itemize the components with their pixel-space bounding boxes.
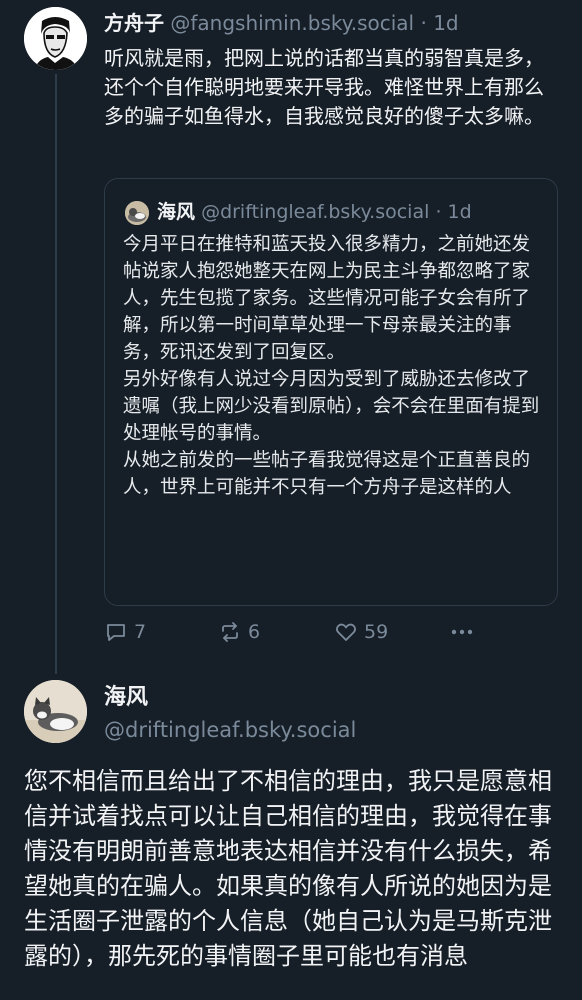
- quoted-avatar: [125, 201, 149, 225]
- quoted-text: 今月平日在推特和蓝天投入很多精力，之前她还发帖说家人抱怨她整天在网上为民主斗争都…: [123, 231, 543, 501]
- author-handle[interactable]: @fangshimin.bsky.social: [170, 11, 414, 35]
- post-text: 听风就是雨，把网上说的话都当真的弱智真是多，还个个自作聪明地要来开导我。难怪世界…: [104, 46, 544, 128]
- quoted-author-name: 海风: [157, 201, 196, 223]
- separator-dot: ·: [420, 11, 427, 35]
- author-name[interactable]: 海风: [104, 684, 148, 712]
- author-handle[interactable]: @driftingleaf.bsky.social: [104, 716, 356, 744]
- avatar[interactable]: [24, 7, 87, 70]
- reply-icon: [107, 624, 125, 641]
- thread-connector-line: [55, 74, 57, 674]
- quoted-post-time: 1d: [447, 201, 472, 223]
- avatar[interactable]: [24, 680, 87, 743]
- repost-icon: [222, 622, 238, 642]
- post-actions: 7 6 59: [104, 620, 558, 650]
- quoted-paragraph: 今月平日在推特和蓝天投入很多精力，之前她还发帖说家人抱怨她整天在网上为民主斗争都…: [123, 234, 531, 363]
- more-button[interactable]: [450, 620, 474, 644]
- repost-button[interactable]: 6: [218, 620, 260, 644]
- like-button[interactable]: 59: [334, 620, 388, 644]
- post-header: 方舟子 @fangshimin.bsky.social · 1d: [104, 10, 459, 36]
- more-icon: [451, 629, 473, 635]
- reply-count: 7: [134, 621, 147, 643]
- heart-icon: [336, 623, 356, 641]
- quoted-paragraph: 另外好像有人说过今月因为受到了威胁还去修改了遗嘱（我上网少没看到原帖），会不会在…: [123, 369, 540, 444]
- separator-dot: ·: [435, 201, 442, 223]
- reply-button[interactable]: 7: [104, 620, 146, 644]
- author-name[interactable]: 方舟子: [104, 11, 164, 35]
- post-text: 您不相信而且给出了不相信的理由，我只是愿意相信并试着找点可以让自己相信的理由，我…: [24, 767, 552, 970]
- quoted-author-handle: @driftingleaf.bsky.social: [201, 201, 430, 223]
- repost-count: 6: [248, 621, 261, 643]
- post-time[interactable]: 1d: [433, 11, 458, 35]
- like-count: 59: [364, 621, 389, 643]
- quoted-post[interactable]: 海风 @driftingleaf.bsky.social · 1d 今月平日在推…: [104, 178, 558, 606]
- quoted-header: 海风 @driftingleaf.bsky.social · 1d: [157, 199, 472, 225]
- quoted-paragraph: 从她之前发的一些帖子看我觉得这是个正直善良的人，世界上可能并不只有一个方舟子是这…: [123, 450, 531, 498]
